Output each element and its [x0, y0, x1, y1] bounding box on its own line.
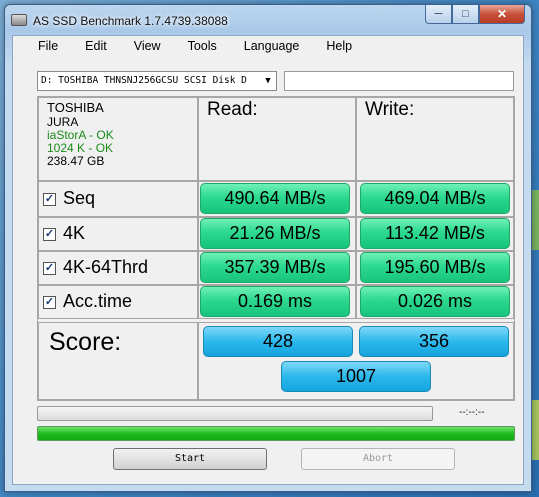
- menu-file[interactable]: File: [13, 39, 68, 53]
- seq-label: Seq: [63, 188, 96, 208]
- test-progress-bar: [37, 406, 433, 421]
- 4k-write-value: 113.42 MB/s: [360, 218, 510, 249]
- caption-buttons: ─ □ ✕: [425, 5, 525, 24]
- close-icon: ✕: [496, 7, 508, 21]
- total-score: 1007: [281, 361, 431, 392]
- acc-time-read-cell: 0.169 ms: [198, 285, 356, 319]
- 4k-write-cell: 113.42 MB/s: [356, 217, 514, 251]
- 4k-checkbox[interactable]: ✓: [43, 228, 56, 241]
- 4k-64thrd-label: 4K-64Thrd: [63, 257, 149, 277]
- seq-write-cell: 469.04 MB/s: [356, 181, 514, 217]
- menu-edit[interactable]: Edit: [68, 39, 117, 53]
- window-title: AS SSD Benchmark 1.7.4739.38088: [33, 14, 228, 28]
- path-input[interactable]: [284, 71, 514, 91]
- write-header: Write:: [365, 99, 415, 120]
- drive-model: TOSHIBA: [47, 100, 104, 115]
- 4k-label: 4K: [63, 223, 86, 243]
- read-header-cell: Read:: [198, 97, 356, 181]
- menu-language[interactable]: Language: [227, 39, 310, 53]
- drive-info-panel: TOSHIBA JURA iaStorA - OK 1024 K - OK 23…: [38, 97, 198, 181]
- 4k-64thrd-read-value: 357.39 MB/s: [200, 252, 350, 283]
- seq-read-cell: 490.64 MB/s: [198, 181, 356, 217]
- score-values-cell: 428 356 1007: [198, 322, 514, 400]
- total-progress-bar: [37, 426, 515, 441]
- maximize-icon: □: [462, 8, 469, 20]
- drive-selected-value: D: TOSHIBA THNSNJ256GCSU SCSI Disk D: [41, 75, 247, 86]
- 4k-64thrd-write-cell: 195.60 MB/s: [356, 251, 514, 285]
- menu-help[interactable]: Help: [309, 39, 362, 53]
- 4k-read-cell: 21.26 MB/s: [198, 217, 356, 251]
- menu-bar: File Edit View Tools Language Help: [13, 36, 523, 56]
- menu-view[interactable]: View: [117, 39, 171, 53]
- 4k-64thrd-read-cell: 357.39 MB/s: [198, 251, 356, 285]
- row-4k: ✓ 4K: [38, 217, 198, 251]
- minimize-button[interactable]: ─: [425, 5, 452, 24]
- close-button[interactable]: ✕: [479, 5, 525, 24]
- start-button[interactable]: Start: [113, 448, 267, 470]
- seq-read-value: 490.64 MB/s: [200, 183, 350, 214]
- 4k-64thrd-write-value: 195.60 MB/s: [360, 252, 510, 283]
- acc-time-write-value: 0.026 ms: [360, 286, 510, 317]
- row-4k-64thrd: ✓ 4K-64Thrd: [38, 251, 198, 285]
- total-progress-fill: [38, 427, 514, 440]
- elapsed-time: --:--:--: [459, 407, 485, 418]
- seq-write-value: 469.04 MB/s: [360, 183, 510, 214]
- drive-size: 238.47 GB: [47, 154, 105, 168]
- write-header-cell: Write:: [356, 97, 514, 181]
- acc-time-label: Acc.time: [63, 291, 133, 311]
- menu-tools[interactable]: Tools: [171, 39, 227, 53]
- row-seq: ✓ Seq: [38, 181, 198, 217]
- drive-icon: [11, 14, 27, 26]
- 4k-64thrd-checkbox[interactable]: ✓: [43, 262, 56, 275]
- minimize-icon: ─: [434, 8, 443, 20]
- seq-checkbox[interactable]: ✓: [43, 193, 56, 206]
- abort-button[interactable]: Abort: [301, 448, 455, 470]
- score-label-cell: Score:: [38, 322, 198, 400]
- acc-time-checkbox[interactable]: ✓: [43, 296, 56, 309]
- row-acc-time: ✓ Acc.time: [38, 285, 198, 319]
- acc-time-write-cell: 0.026 ms: [356, 285, 514, 319]
- app-window: AS SSD Benchmark 1.7.4739.38088 ─ □ ✕ Fi…: [4, 4, 532, 492]
- drive-dropdown[interactable]: D: TOSHIBA THNSNJ256GCSU SCSI Disk D ▼: [37, 71, 277, 91]
- read-score: 428: [203, 326, 353, 357]
- read-header: Read:: [207, 99, 258, 120]
- write-score: 356: [359, 326, 509, 357]
- client-area: File Edit View Tools Language Help D: TO…: [12, 35, 524, 485]
- score-label: Score:: [49, 328, 122, 356]
- chevron-down-icon[interactable]: ▼: [260, 72, 276, 90]
- title-bar[interactable]: AS SSD Benchmark 1.7.4739.38088 ─ □ ✕: [5, 5, 531, 35]
- results-grid: TOSHIBA JURA iaStorA - OK 1024 K - OK 23…: [37, 96, 515, 401]
- maximize-button[interactable]: □: [452, 5, 479, 24]
- acc-time-read-value: 0.169 ms: [200, 286, 350, 317]
- 4k-read-value: 21.26 MB/s: [200, 218, 350, 249]
